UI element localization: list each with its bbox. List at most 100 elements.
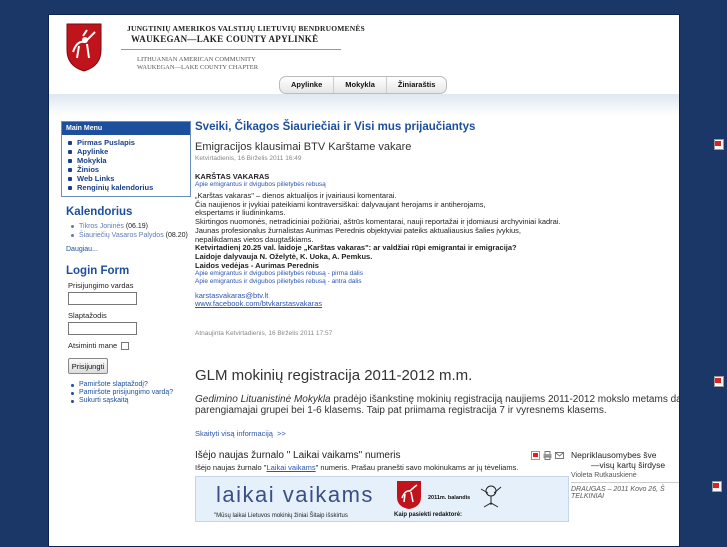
pdf-icon[interactable] <box>531 451 540 461</box>
calendar-event[interactable]: Šiauriečių Vasaros Palydos (08.20) <box>71 231 191 240</box>
menu-item-web-links[interactable]: Web Links <box>68 174 186 183</box>
article-link-part2[interactable]: Apie emigrantus ir dvigubos pilietybės r… <box>195 278 679 286</box>
glm-school-name: Gedimino Lituanistinė Mokykla <box>195 394 331 406</box>
top-navigation: Apylinke Mokykla Žiniaraštis <box>279 76 448 94</box>
login-links: Pamiršote slaptažodį? Pamiršote prisijun… <box>61 381 191 405</box>
event-name[interactable]: Šiauriečių Vasaros Palydos <box>79 232 164 239</box>
menu-item-apylinke[interactable]: Apylinke <box>68 147 186 156</box>
calendar-list: Tikros Joninės (06.19) Šiauriečių Vasaro… <box>61 222 191 240</box>
event-date: (06.19) <box>125 223 149 230</box>
menu-item-label: Mokykla <box>77 156 107 165</box>
header-gradient-band <box>49 94 679 116</box>
calendar-event[interactable]: Tikros Joninės (06.19) <box>71 222 191 231</box>
topnav-mokykla[interactable]: Mokykla <box>334 77 387 93</box>
article-title[interactable]: Emigracijos klausimai BTV Karštame vakar… <box>195 141 679 153</box>
forgot-username-link[interactable]: Pamiršote prisijungimo vardą? <box>71 389 191 397</box>
pdf-icon[interactable] <box>714 376 724 387</box>
forgot-password-link[interactable]: Pamiršote slaptažodį? <box>71 381 191 389</box>
glm-article-text: Gedimino Lituanistinė Mokykla pradėjo iš… <box>195 394 679 416</box>
menu-item-label: Apylinke <box>77 147 109 156</box>
create-account-link[interactable]: Sukurti sąskaitą <box>71 397 191 405</box>
banner-title: laikai vaikams <box>216 482 374 508</box>
pdf-icon[interactable] <box>712 481 722 492</box>
bullet-icon <box>68 185 72 190</box>
glm-article-title[interactable]: GLM mokinių registracija 2011-2012 m.m. <box>195 367 679 384</box>
welcome-heading: Sveiki, Čikagos Šiauriečiai ir Visi mus … <box>195 121 476 133</box>
username-input[interactable] <box>68 292 137 305</box>
magazine-link[interactable]: Laikai vaikams <box>266 463 315 472</box>
article-link-part1[interactable]: Apie emigrantus ir dvigubos pilietybės r… <box>195 270 679 278</box>
print-icon[interactable] <box>543 451 552 461</box>
email-icon[interactable] <box>555 451 564 460</box>
topnav-ziniarastis[interactable]: Žiniaraštis <box>387 77 447 93</box>
banner-issue-date: 2011m. balandis <box>428 495 471 502</box>
glm-text-part2: parengiamajai grupei bei 1-6 klasems. Ta… <box>195 405 607 417</box>
org-name-lt-line1: JUNGTINIŲ AMERIKOS VALSTIJŲ LIETUVIŲ BEN… <box>127 24 365 33</box>
remember-me-checkbox[interactable] <box>121 341 130 350</box>
magazine-banner[interactable]: laikai vaikams "Mūsų laikai Lietuvos mok… <box>195 476 569 523</box>
main-menu: Main Menu Pirmas Puslapis Apylinke Mokyk… <box>61 121 191 197</box>
read-more-label: Skaityti visą informaciją <box>195 429 273 439</box>
menu-item-label: Žinios <box>77 165 100 174</box>
remember-me-row: Atsiminti mane <box>68 341 191 350</box>
read-more-arrow-icon: >> <box>277 429 286 439</box>
child-drawing-icon <box>480 485 502 508</box>
menu-item-mokykla[interactable]: Mokykla <box>68 156 186 165</box>
article-tools <box>531 451 564 461</box>
menu-item-label: Web Links <box>77 174 115 183</box>
login-form-title: Login Form <box>66 265 130 277</box>
password-label: Slaptažodis <box>68 311 107 320</box>
bullet-icon <box>68 140 72 145</box>
vytis-shield-logo[interactable] <box>65 22 103 72</box>
news-subtitle: —visų kartų širdyse <box>591 460 666 471</box>
page-frame: JUNGTINIŲ AMERIKOS VALSTIJŲ LIETUVIŲ BEN… <box>48 14 680 547</box>
bullet-icon <box>68 158 72 163</box>
remember-me-label: Atsiminti mane <box>68 341 118 350</box>
bullet-icon <box>68 167 72 172</box>
news-source-section: TELKINIAI <box>571 493 605 501</box>
menu-item-label: Renginių kalendorius <box>77 183 154 192</box>
login-button[interactable]: Prisijungti <box>68 358 108 374</box>
calendar-more-link[interactable]: Daugiau... <box>66 246 191 253</box>
bullet-icon <box>68 149 72 154</box>
magazine-article: Išėjo naujas žurnalo " Laikai vaikams" n… <box>195 450 569 523</box>
article-facebook-link[interactable]: www.facebook.com/btvkarstasvakaras <box>195 300 679 308</box>
article-section-title: KARŠTAS VAKARAS <box>195 172 270 181</box>
article-modified-date: Atnaujinta Ketvirtadienis, 16 Birželis 2… <box>195 330 333 338</box>
pdf-icon[interactable] <box>714 139 724 150</box>
glm-read-more-link[interactable]: Skaityti visą informaciją >> <box>195 429 679 438</box>
menu-item-pirmas-puslapis[interactable]: Pirmas Puslapis <box>68 138 186 147</box>
banner-contact-label: Kaip pasiekti redaktorė: <box>394 512 463 519</box>
topnav-apylinke[interactable]: Apylinke <box>280 77 335 93</box>
magazine-text-a: Išėjo naujas žurnalo " <box>195 463 267 473</box>
event-date: (08.20) <box>165 232 188 239</box>
news-box: Nepriklausomybes šve —visų kartų širdyse… <box>571 450 679 500</box>
menu-item-zinios[interactable]: Žinios <box>68 165 186 174</box>
bullet-icon <box>68 176 72 181</box>
header-divider <box>121 49 341 50</box>
article-date: Ketvirtadienis, 16 Birželis 2011 16:49 <box>195 155 302 162</box>
site-header: JUNGTINIŲ AMERIKOS VALSTIJŲ LIETUVIŲ BEN… <box>49 15 679 94</box>
news-source: DRAUGAS – 2011 Kovo 26, Š <box>571 486 665 494</box>
article-bold-line: Laidos vedėjas - Aurimas Perednis <box>195 260 319 270</box>
news-author: Violeta Rutkauskienė <box>571 472 637 480</box>
main-menu-title: Main Menu <box>62 122 190 135</box>
magazine-article-text: Išėjo naujas žurnalo "Laikai vaikams" nu… <box>195 463 567 472</box>
banner-subtitle: "Mūsų laikai Lietuvos mokinių žiniai Šit… <box>214 513 348 520</box>
news-title[interactable]: Nepriklausomybes šve <box>571 450 679 460</box>
org-name-lt-line2: WAUKEGAN—LAKE COUNTY APYLINKĖ <box>131 34 319 44</box>
vytis-shield-icon <box>397 481 421 510</box>
event-name[interactable]: Tikros Joninės <box>79 223 124 230</box>
left-sidebar: Main Menu Pirmas Puslapis Apylinke Mokyk… <box>61 121 191 405</box>
glm-text-part1: pradėjo išankstinę mokinių registraciją … <box>330 394 680 406</box>
magazine-article-title[interactable]: Išėjo naujas žurnalo " Laikai vaikams" n… <box>195 450 567 461</box>
password-input[interactable] <box>68 322 137 335</box>
main-content: Sveiki, Čikagos Šiauriečiai ir Visi mus … <box>195 121 679 523</box>
article-link-rebus[interactable]: Apie emigrantus ir dvigubos pilietybės r… <box>195 181 679 189</box>
calendar-title: Kalendorius <box>66 206 133 218</box>
username-label: Prisijungimo vardas <box>68 281 134 290</box>
menu-item-label: Pirmas Puslapis <box>77 138 135 147</box>
org-name-en-line2: WAUKEGAN—LAKE COUNTY CHAPTER <box>137 64 259 71</box>
magazine-text-b: " numeris. Prašau pranešti savo mokinuka… <box>315 463 519 473</box>
menu-item-renginiu-kalendorius[interactable]: Renginių kalendorius <box>68 183 186 192</box>
